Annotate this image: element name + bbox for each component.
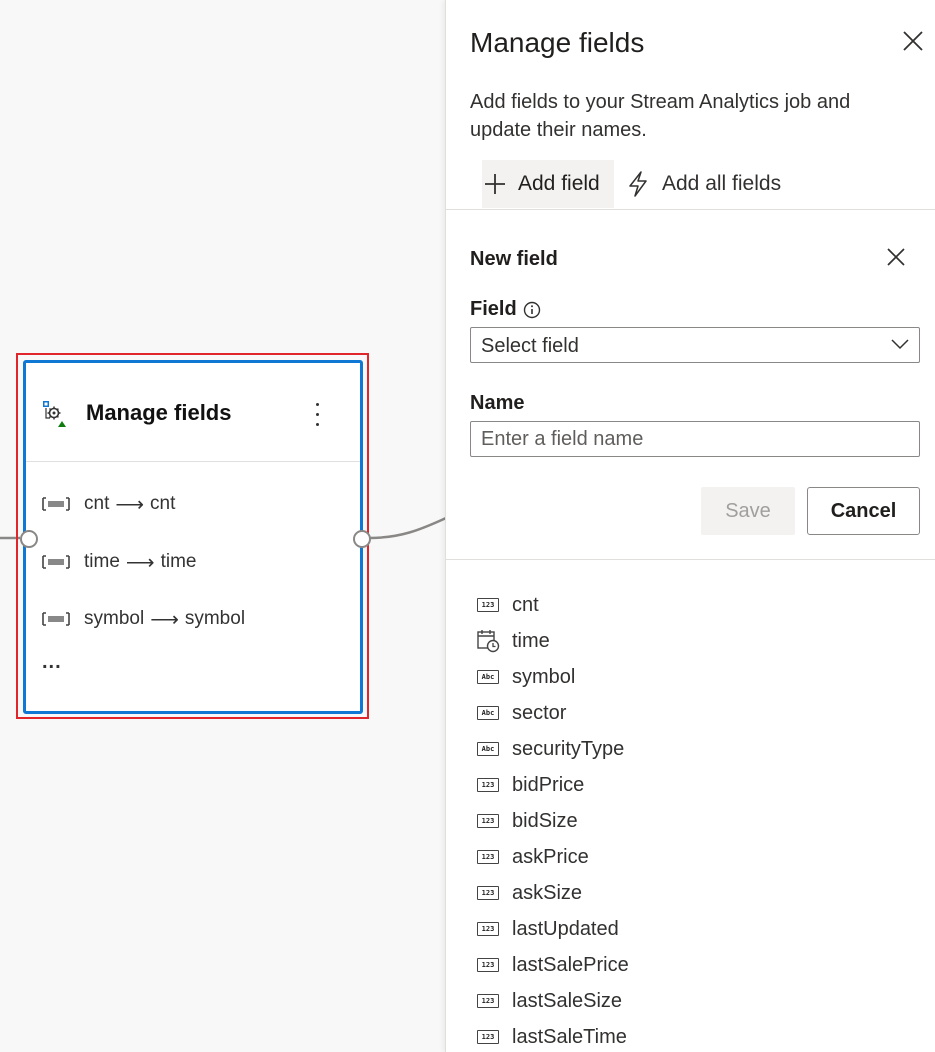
list-item[interactable]: Abc securityType — [476, 735, 624, 763]
field-mapping-icon — [42, 497, 70, 511]
list-item[interactable]: 123 lastSalePrice — [476, 951, 629, 979]
field-mapping-icon — [42, 555, 70, 569]
list-item[interactable]: 123 askPrice — [476, 843, 589, 871]
pipeline-canvas[interactable]: Manage fields cnt ⟶ cnt time ⟶ time symb… — [0, 0, 446, 1052]
number-type-icon: 123 — [477, 778, 499, 792]
add-all-fields-button[interactable]: Add all fields — [626, 160, 781, 208]
number-type-icon: 123 — [477, 922, 499, 936]
command-bar: Add field Add all fields — [446, 159, 935, 210]
node-output-port[interactable] — [353, 530, 371, 548]
number-type-icon: 123 — [477, 598, 499, 612]
string-type-icon: Abc — [477, 706, 499, 720]
string-type-icon: Abc — [477, 670, 499, 684]
save-button[interactable]: Save — [701, 487, 795, 535]
lightning-icon — [629, 171, 647, 197]
node-more-fields-indicator: ... — [42, 651, 62, 673]
list-item[interactable]: time — [476, 627, 550, 655]
manage-fields-panel: Manage fields Add fields to your Stream … — [446, 0, 935, 1052]
node-field-mapping: time ⟶ time — [42, 550, 196, 574]
string-type-icon: Abc — [477, 742, 499, 756]
number-type-icon: 123 — [477, 994, 499, 1008]
list-item[interactable]: 123 askSize — [476, 879, 582, 907]
cancel-button[interactable]: Cancel — [807, 487, 920, 535]
add-field-button[interactable]: Add field — [482, 160, 614, 208]
close-icon[interactable] — [902, 30, 924, 52]
close-icon[interactable] — [886, 247, 906, 267]
plus-icon — [485, 174, 505, 194]
manage-fields-icon — [43, 401, 66, 427]
field-mapping-icon — [42, 612, 70, 626]
number-type-icon: 123 — [477, 886, 499, 900]
number-type-icon: 123 — [477, 1030, 499, 1044]
node-field-mapping: cnt ⟶ cnt — [42, 492, 175, 516]
manage-fields-node[interactable]: Manage fields cnt ⟶ cnt time ⟶ time symb… — [23, 360, 363, 714]
calendar-clock-icon — [477, 630, 500, 653]
node-title: Manage fields — [86, 400, 232, 425]
node-input-port[interactable] — [20, 530, 38, 548]
number-type-icon: 123 — [477, 958, 499, 972]
list-item[interactable]: 123 bidSize — [476, 807, 578, 835]
number-type-icon: 123 — [477, 814, 499, 828]
node-more-options-button[interactable] — [309, 403, 325, 437]
list-item[interactable]: 123 bidPrice — [476, 771, 584, 799]
name-label: Name — [470, 392, 525, 414]
field-name-input[interactable] — [470, 421, 920, 457]
number-type-icon: 123 — [477, 850, 499, 864]
list-item[interactable]: 123 lastSaleTime — [476, 1023, 627, 1051]
list-item[interactable]: Abc symbol — [476, 663, 575, 691]
chevron-down-icon — [891, 339, 909, 350]
info-icon[interactable] — [523, 301, 541, 319]
field-label: Field — [470, 298, 541, 321]
node-field-mapping: symbol ⟶ symbol — [42, 607, 245, 631]
list-item[interactable]: Abc sector — [476, 699, 566, 727]
field-select-dropdown[interactable]: Select field — [470, 327, 920, 363]
panel-description: Add fields to your Stream Analytics job … — [470, 91, 851, 141]
list-item[interactable]: 123 lastUpdated — [476, 915, 619, 943]
panel-title: Manage fields — [470, 27, 645, 58]
new-field-title: New field — [470, 248, 558, 270]
node-header: Manage fields — [26, 363, 360, 462]
new-field-form: New field Field Select field Name Save C… — [446, 210, 935, 560]
list-item[interactable]: 123 cnt — [476, 591, 539, 619]
list-item[interactable]: 123 lastSaleSize — [476, 987, 622, 1015]
